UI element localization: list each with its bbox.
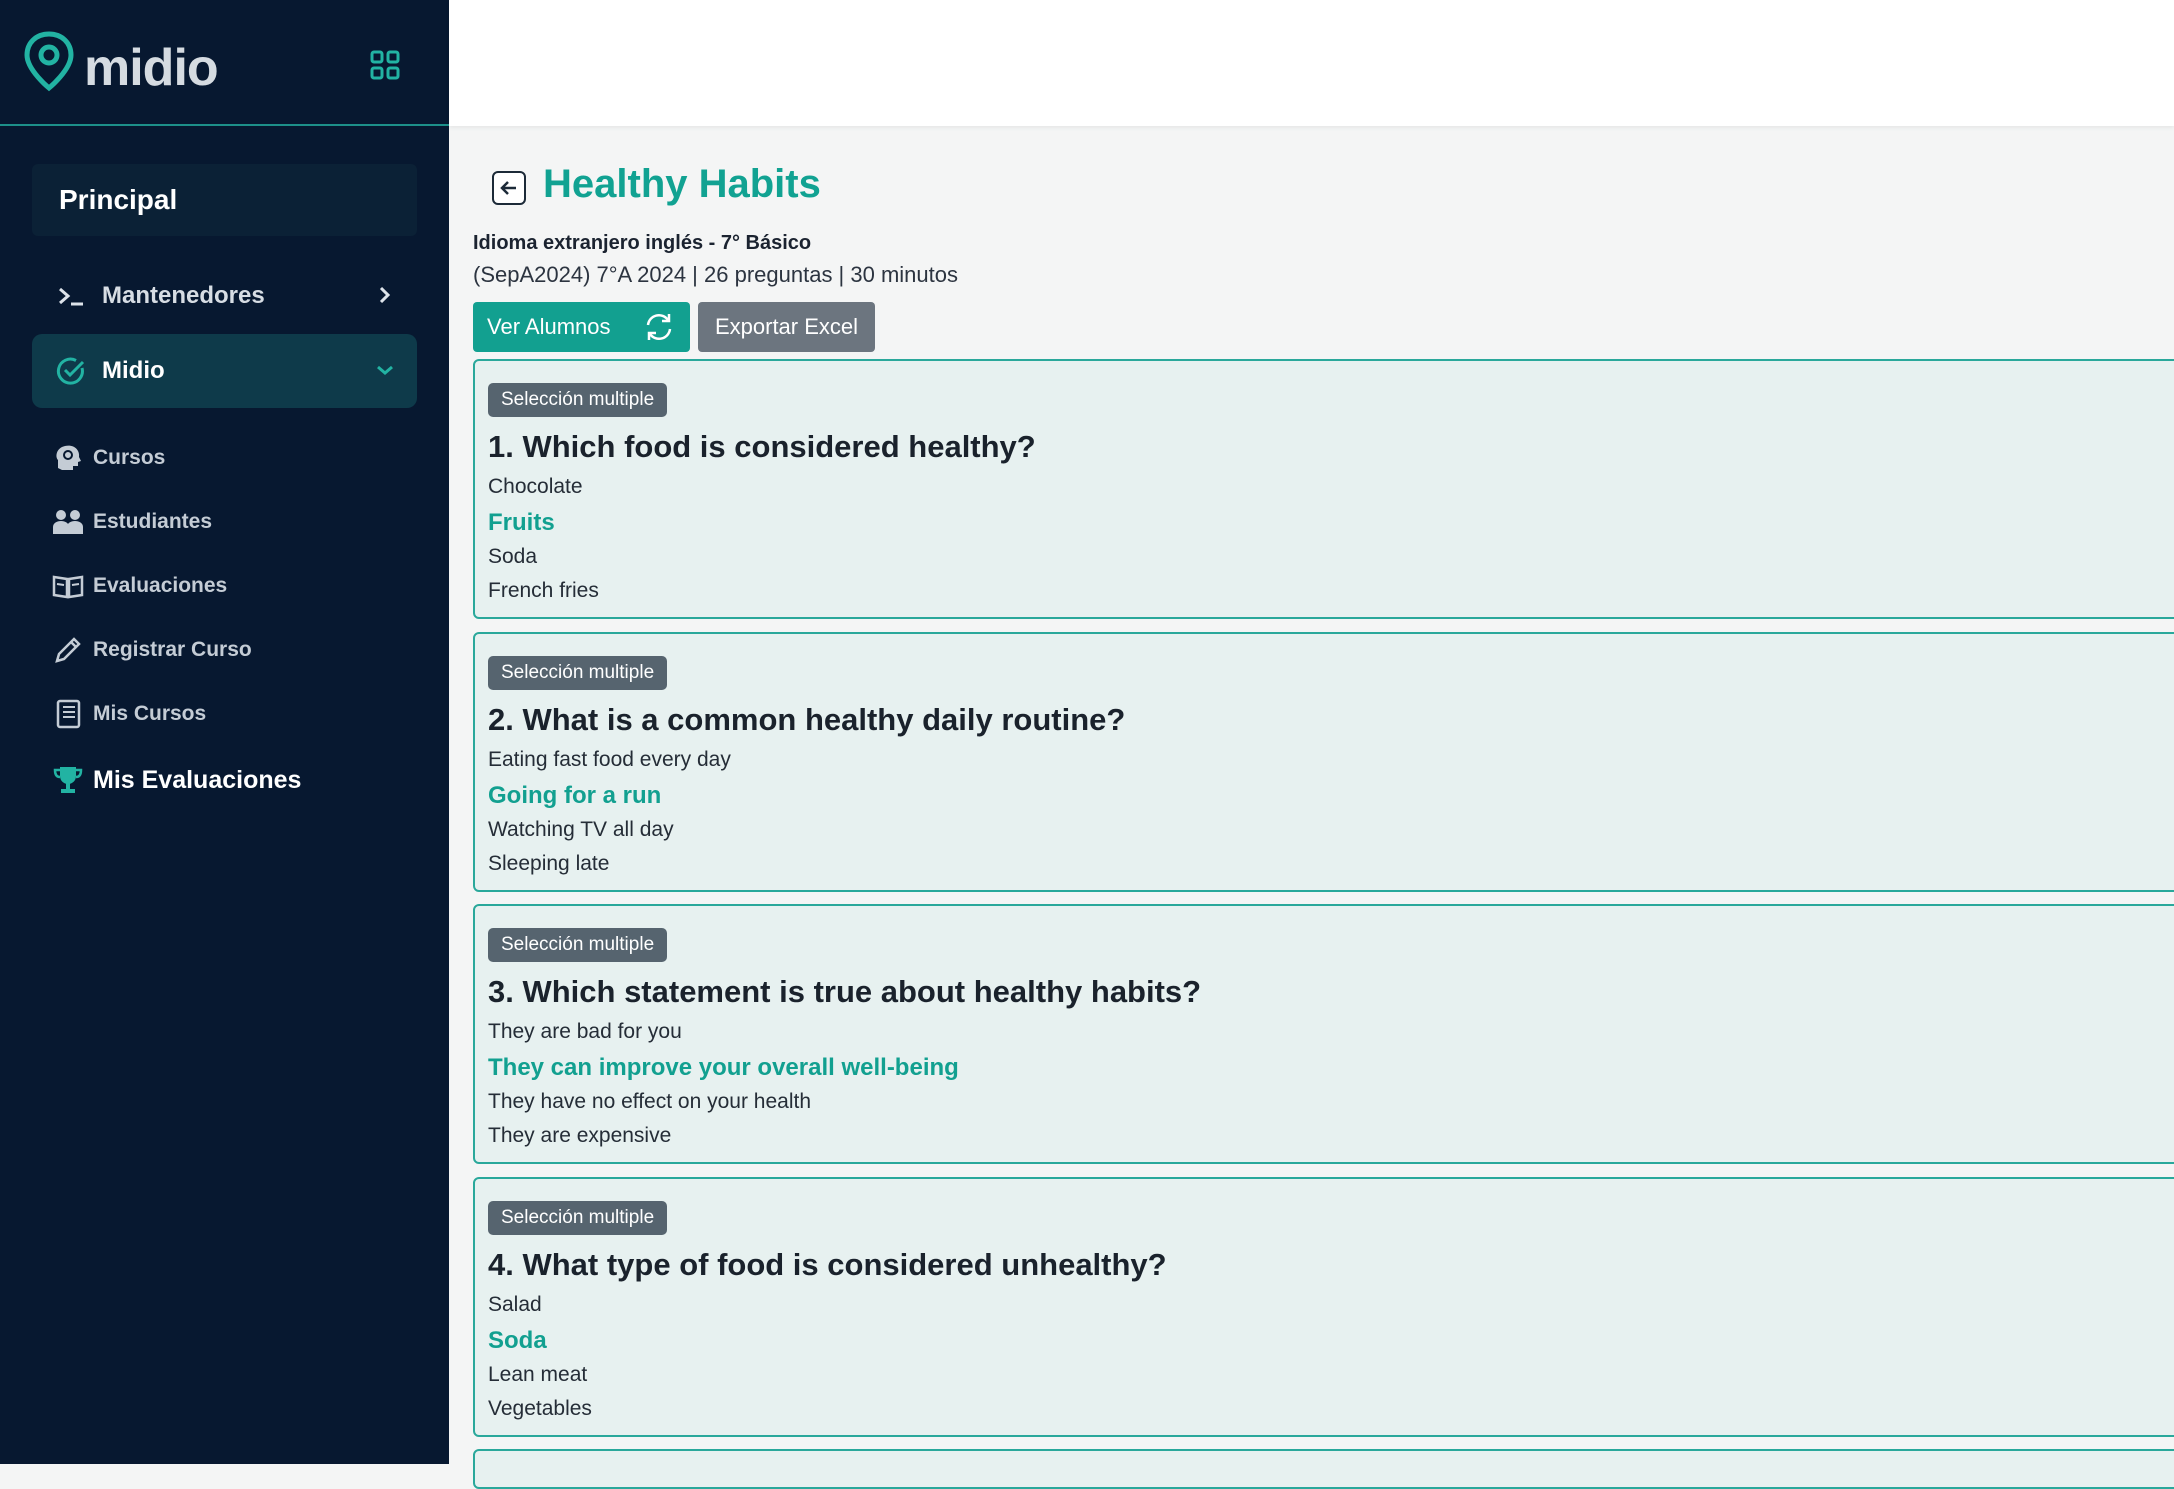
chevron-right-icon xyxy=(379,286,391,304)
question-title: 2. What is a common healthy daily routin… xyxy=(488,702,1126,737)
refresh-icon xyxy=(646,313,672,341)
question-card: Selección multiple 2. What is a common h… xyxy=(473,632,2174,892)
sidebar-item-registrar-curso[interactable]: Registrar Curso xyxy=(52,630,252,670)
sidebar-item-label: Cursos xyxy=(93,446,166,469)
sidebar-item-estudiantes[interactable]: Estudiantes xyxy=(52,502,212,542)
nav-mantenedores[interactable]: Mantenedores xyxy=(32,259,417,333)
sidebar-item-label: Registrar Curso xyxy=(93,638,252,661)
back-button[interactable] xyxy=(492,171,526,205)
arrow-left-icon xyxy=(500,181,516,195)
subject-line: Idioma extranjero inglés - 7° Básico xyxy=(473,232,812,254)
sidebar-item-label: Mis Cursos xyxy=(93,702,207,725)
page-title: Healthy Habits xyxy=(543,162,821,206)
answer-option: They have no effect on your health xyxy=(488,1090,811,1113)
apps-grid-icon[interactable] xyxy=(370,50,400,80)
answer-option: Lean meat xyxy=(488,1363,588,1386)
question-type-badge: Selección multiple xyxy=(488,1201,668,1235)
question-card-partial xyxy=(473,1449,2174,1489)
correct-answer-option: Fruits xyxy=(488,509,555,536)
sidebar-item-evaluaciones[interactable]: Evaluaciones xyxy=(52,566,227,606)
question-type-badge: Selección multiple xyxy=(488,928,668,962)
question-card: Selección multiple 1. Which food is cons… xyxy=(473,359,2174,619)
question-card: Selección multiple 4. What type of food … xyxy=(473,1177,2174,1437)
ver-alumnos-label: Ver Alumnos xyxy=(487,314,611,339)
brand-name: midio xyxy=(84,39,219,97)
students-icon xyxy=(53,510,83,534)
brand-header: midio xyxy=(0,0,449,126)
notebook-icon xyxy=(56,699,81,729)
answer-option: They are expensive xyxy=(488,1124,672,1147)
question-title: 3. Which statement is true about healthy… xyxy=(488,974,1202,1009)
sidebar-item-mis-cursos[interactable]: Mis Cursos xyxy=(52,694,206,734)
exportar-excel-button[interactable]: Exportar Excel xyxy=(698,302,875,352)
answer-option: Soda xyxy=(488,545,538,568)
answer-option: French fries xyxy=(488,579,599,602)
trophy-icon xyxy=(53,767,83,793)
sidebar-item-mis-evaluaciones[interactable]: Mis Evaluaciones xyxy=(52,760,301,800)
question-type-badge: Selección multiple xyxy=(488,383,668,417)
nav-midio-label: Midio xyxy=(102,357,165,384)
check-circle-icon xyxy=(56,357,85,385)
answer-option: Sleeping late xyxy=(488,852,610,875)
nav-mantenedores-label: Mantenedores xyxy=(102,282,265,309)
question-title: 4. What type of food is considered unhea… xyxy=(488,1247,1167,1282)
answer-option: Salad xyxy=(488,1293,542,1316)
answer-option: Chocolate xyxy=(488,475,583,498)
sidebar: midio Principal Mantenedores Midio Curso… xyxy=(0,0,449,1464)
brain-icon xyxy=(56,445,81,470)
top-bar xyxy=(449,0,2174,126)
correct-answer-option: They can improve your overall well-being xyxy=(488,1054,959,1081)
sidebar-item-cursos[interactable]: Cursos xyxy=(52,438,165,478)
correct-answer-option: Going for a run xyxy=(488,782,662,809)
ver-alumnos-button[interactable]: Ver Alumnos xyxy=(473,302,690,352)
terminal-icon xyxy=(59,287,83,306)
menu-principal[interactable]: Principal xyxy=(32,164,417,236)
pencil-icon xyxy=(55,637,81,663)
answer-option: They are bad for you xyxy=(488,1020,682,1043)
book-icon xyxy=(52,575,84,599)
answer-option: Watching TV all day xyxy=(488,818,674,841)
correct-answer-option: Soda xyxy=(488,1327,547,1354)
answer-option: Vegetables xyxy=(488,1397,592,1420)
question-type-badge: Selección multiple xyxy=(488,656,668,690)
location-pin-logo-icon xyxy=(24,31,74,92)
question-title: 1. Which food is considered healthy? xyxy=(488,429,1036,464)
sidebar-item-label: Mis Evaluaciones xyxy=(93,765,302,794)
nav-midio[interactable]: Midio xyxy=(32,334,417,408)
answer-option: Eating fast food every day xyxy=(488,748,731,771)
chevron-down-icon xyxy=(377,365,393,375)
sidebar-item-label: Evaluaciones xyxy=(93,574,228,597)
sidebar-item-label: Estudiantes xyxy=(93,510,213,533)
evaluation-meta: (SepA2024) 7°A 2024 | 26 preguntas | 30 … xyxy=(473,262,958,287)
question-card: Selección multiple 3. Which statement is… xyxy=(473,904,2174,1164)
